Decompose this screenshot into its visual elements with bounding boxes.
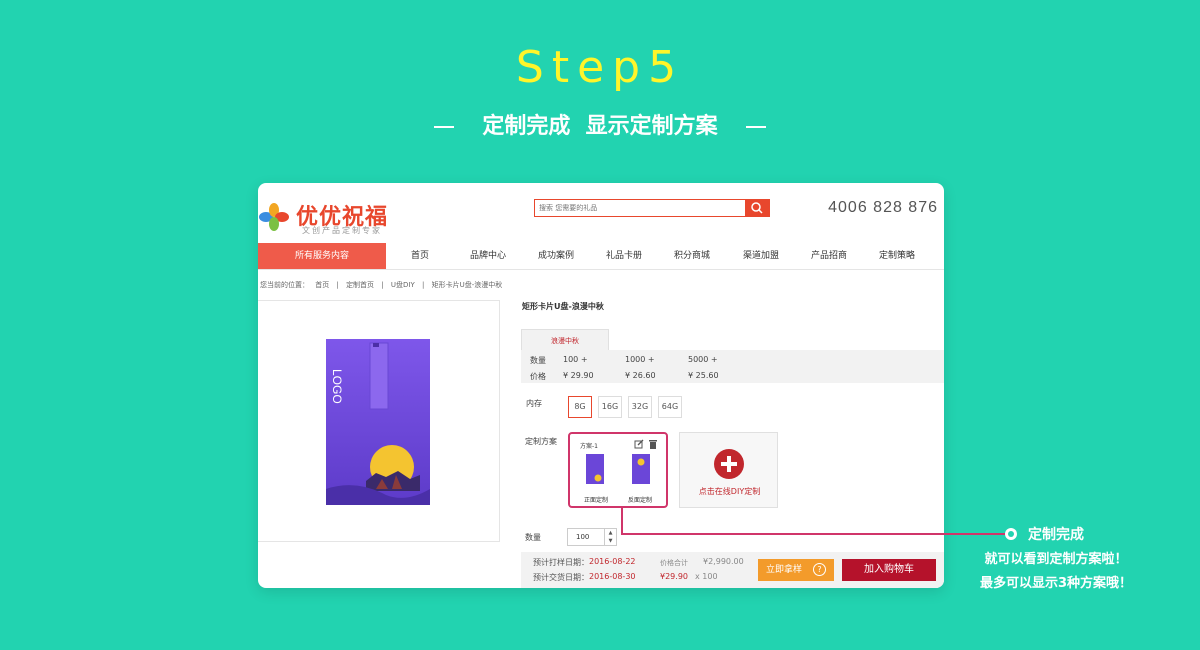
hotline-number: 4006 828 876 [828,199,938,216]
breadcrumb-separator: | [421,281,425,289]
memory-option-64g[interactable]: 64G [658,396,682,418]
tier-qty: 5000 + [688,355,718,364]
delivery-date: 2016-08-30 [589,572,636,581]
memory-option-16g[interactable]: 16G [598,396,622,418]
nav-item-home[interactable]: 首页 [411,243,429,269]
front-caption: 正面定制 [584,497,609,504]
edit-icon[interactable] [634,439,644,449]
quantity-label: 数量 [525,533,541,542]
petal-logo-icon [259,203,289,231]
online-diy-button[interactable]: 点击在线DIY定制 [679,432,778,508]
scheme-label: 定制方案 [525,437,557,446]
tier-qty: 1000 + [625,355,655,364]
breadcrumb-separator: | [336,281,339,289]
breadcrumb-item[interactable]: 矩形卡片U盘-浪漫中秋 [432,281,503,289]
nav-item-investment[interactable]: 产品招商 [811,243,847,269]
tier-price: ¥ 29.90 [563,371,594,380]
price-table: 数量 价格 100 + 1000 + 5000 + ¥ 29.90 ¥ 26.6… [521,350,944,383]
breadcrumb-item[interactable]: 首页 [315,281,329,289]
nav-item-franchise[interactable]: 渠道加盟 [743,243,779,269]
total-label: 价格合计 [660,559,688,567]
custom-scheme-card[interactable]: 方案-1 正面定制 反面定制 [568,432,668,508]
brand-tagline: 文创产品定制专家 [302,226,382,235]
step-subtitle-row: 定制完成 显示定制方案 [0,108,1200,140]
nav-item-brand[interactable]: 品牌中心 [470,243,506,269]
main-nav: 所有服务内容 首页 品牌中心 成功案例 礼品卡册 积分商城 渠道加盟 产品招商 … [258,243,944,269]
breadcrumb-item[interactable]: U盘DIY [391,281,415,289]
right-dash [745,126,766,128]
up-arrow-icon[interactable]: ▲ [605,529,616,537]
step-subtitle: 定制完成 显示定制方案 [482,114,718,139]
scheme-name: 方案-1 [580,443,598,450]
callout-line-1: 就可以看到定制方案啦！ [984,552,1128,567]
diy-label: 点击在线DIY定制 [698,487,761,496]
card-artwork [326,339,430,505]
add-to-cart-button[interactable]: 加入购物车 [842,559,936,581]
callout-line-2: 最多可以显示3种方案哦！ [979,576,1133,591]
breadcrumb-item[interactable]: 定制首页 [346,281,374,289]
step-title: Step5 [515,42,685,93]
help-icon[interactable]: ? [813,563,826,576]
delivery-date-label: 预计交货日期： [533,573,589,582]
front-thumbnail [586,454,604,484]
tier-price: ¥ 25.60 [688,371,719,380]
times-quantity: x 100 [695,572,718,581]
back-caption: 反面定制 [628,497,653,504]
search-icon [751,202,763,214]
total-value: ¥2,990.00 [703,557,744,566]
trash-icon[interactable] [648,439,658,449]
nav-divider [258,269,944,270]
callout-title: 定制完成 [1028,527,1084,543]
website-screenshot: 优优祝福 文创产品定制专家 4006 828 876 所有服务内容 首页 品牌中… [258,183,944,588]
get-sample-button[interactable]: 立即拿样 ? [758,559,834,581]
product-title: 矩形卡片U盘-浪漫中秋 [522,302,604,311]
price-label: 价格 [530,372,546,381]
tab-mid-autumn[interactable]: 浪漫中秋 [521,329,609,351]
callout-text: 就可以看到定制方案啦！ 最多可以显示3种方案哦！ [966,548,1146,596]
breadcrumb: 您当前的位置： 首页 | 定制首页 | U盘DIY | 矩形卡片U盘-浪漫中秋 [260,280,502,290]
search-button[interactable] [745,200,769,216]
back-thumbnail [632,454,650,484]
sample-date-label: 预计打样日期： [533,558,589,567]
breadcrumb-separator: | [381,281,384,289]
stepper-arrows[interactable]: ▲ ▼ [604,529,616,545]
memory-option-8g[interactable]: 8G [568,396,592,418]
nav-item-cases[interactable]: 成功案例 [538,243,574,269]
card-logo-text: LOGO [330,369,344,404]
sample-button-label: 立即拿样 [766,565,803,575]
unit-price: ¥29.90 [660,572,688,581]
breadcrumb-prefix: 您当前的位置： [260,281,309,289]
site-logo[interactable]: 优优祝福 文创产品定制专家 [258,193,398,235]
usb-card-image: LOGO [326,339,430,505]
search-box [534,199,770,217]
nav-item-gift-cards[interactable]: 礼品卡册 [606,243,642,269]
quantity-stepper[interactable]: 100 ▲ ▼ [567,528,617,546]
down-arrow-icon[interactable]: ▼ [605,537,616,545]
nav-item-strategy[interactable]: 定制策略 [879,243,915,269]
qty-label: 数量 [530,356,546,365]
left-dash [434,126,455,128]
nav-item-points-mall[interactable]: 积分商城 [674,243,710,269]
search-input[interactable] [535,200,745,216]
plus-icon [714,449,744,479]
tier-qty: 100 + [563,355,588,364]
memory-option-32g[interactable]: 32G [628,396,652,418]
sample-date: 2016-08-22 [589,557,636,566]
product-preview: LOGO [258,300,500,542]
memory-label: 内存 [526,399,542,408]
quantity-value: 100 [576,533,590,541]
tier-price: ¥ 26.60 [625,371,656,380]
all-services-button[interactable]: 所有服务内容 [258,243,386,269]
